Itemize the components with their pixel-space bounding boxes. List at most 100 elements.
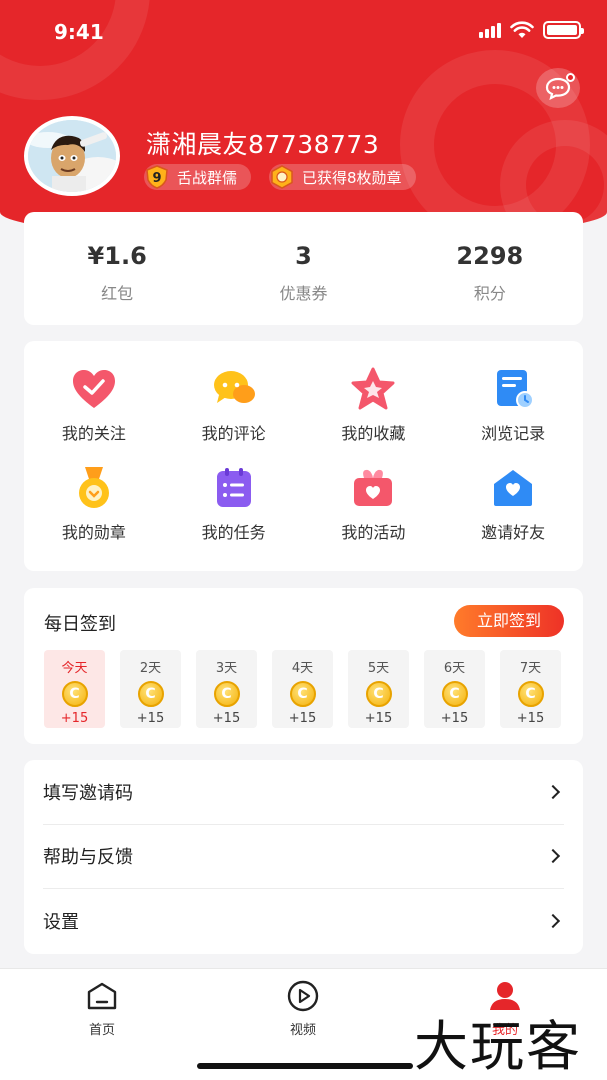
tab-video[interactable]: 视频 <box>263 979 343 1038</box>
checkin-day-label: 2天 <box>139 661 162 676</box>
coin-icon: C <box>289 681 316 707</box>
settings-row-label: 帮助与反馈 <box>43 847 133 869</box>
settings-row-invite-code[interactable]: 填写邀请码 <box>43 760 564 825</box>
checkin-day-points: +15 <box>364 711 393 726</box>
menu-item-invite[interactable]: 邀请好友 <box>443 465 583 564</box>
checkin-title: 每日签到 <box>44 614 116 635</box>
feature-menu: 我的关注 我的评论 我的收藏 浏览记录 我的勋章 我的任务 我的活动 邀请好友 <box>24 341 583 571</box>
menu-item-label: 我的评论 <box>201 424 266 443</box>
battery-icon <box>543 21 584 39</box>
stat-points[interactable]: 2298 积分 <box>397 212 583 325</box>
medal-count-label: 已获得8枚勋章 <box>302 168 402 187</box>
stat-red-packet[interactable]: ¥1.6 红包 <box>24 212 210 325</box>
settings-row-settings[interactable]: 设置 <box>43 889 564 954</box>
menu-item-activities[interactable]: 我的活动 <box>304 465 444 564</box>
medal-hexagon-icon <box>269 164 295 190</box>
level-shield-icon: 9 <box>144 164 170 190</box>
unread-dot <box>566 73 575 82</box>
settings-row-label: 填写邀请码 <box>43 782 133 804</box>
coin-icon: C <box>365 681 392 707</box>
checkin-day[interactable]: 5天 C +15 <box>348 650 409 728</box>
settings-row-help-feedback[interactable]: 帮助与反馈 <box>43 825 564 890</box>
checkin-day[interactable]: 6天 C +15 <box>424 650 485 728</box>
cellular-signal-icon <box>479 22 501 38</box>
message-button[interactable] <box>536 68 580 108</box>
checkin-day-label: 3天 <box>215 661 238 676</box>
status-icons <box>479 21 584 39</box>
level-badge-label: 舌战群儒 <box>177 168 238 187</box>
checkin-day-label: 7天 <box>519 661 542 676</box>
tab-home[interactable]: 首页 <box>62 979 142 1038</box>
checkin-day-points: +15 <box>288 711 317 726</box>
coin-icon: C <box>137 681 164 707</box>
watermark: 大玩客 <box>414 1015 582 1078</box>
daily-checkin-card: 每日签到 立即签到 今天 C +15 2天 C +15 3天 C +15 4天 … <box>24 588 583 744</box>
menu-item-history[interactable]: 浏览记录 <box>443 366 583 465</box>
menu-item-label: 邀请好友 <box>481 523 546 542</box>
stat-value: 2298 <box>456 242 524 270</box>
username: 潇湘晨友87738773 <box>146 130 380 159</box>
tab-label: 视频 <box>289 1023 316 1038</box>
star-icon <box>350 366 396 412</box>
coin-icon: C <box>441 681 468 707</box>
stat-label: 优惠券 <box>279 284 328 303</box>
menu-item-medals[interactable]: 我的勋章 <box>24 465 164 564</box>
stat-label: 红包 <box>101 284 134 303</box>
chat-bubble-icon <box>211 366 257 412</box>
menu-item-label: 我的任务 <box>201 523 266 542</box>
profile-header: 9:41 潇湘晨友87738773 9 舌战群儒 已获得8枚勋章 <box>0 0 607 240</box>
menu-item-comments[interactable]: 我的评论 <box>164 366 304 465</box>
coin-icon: C <box>61 681 88 707</box>
status-time: 9:41 <box>54 20 104 44</box>
chevron-right-icon <box>545 784 561 799</box>
checkin-day-points: +15 <box>212 711 241 726</box>
checkin-day-points: +15 <box>60 711 89 726</box>
stat-coupons[interactable]: 3 优惠券 <box>210 212 396 325</box>
menu-item-label: 我的活动 <box>341 523 406 542</box>
chevron-right-icon <box>545 849 561 864</box>
home-indicator[interactable] <box>197 1063 413 1069</box>
checkin-day-points: +15 <box>440 711 469 726</box>
medal-icon <box>71 465 117 511</box>
checkin-day[interactable]: 3天 C +15 <box>196 650 257 728</box>
checkin-day-label: 4天 <box>291 661 314 676</box>
menu-item-follows[interactable]: 我的关注 <box>24 366 164 465</box>
menu-item-label: 我的收藏 <box>341 424 406 443</box>
medal-count-badge[interactable]: 已获得8枚勋章 <box>269 164 416 190</box>
chevron-right-icon <box>545 914 561 929</box>
gift-box-icon <box>350 465 396 511</box>
stat-label: 积分 <box>473 284 506 303</box>
stat-value: 3 <box>295 242 312 270</box>
heart-icon <box>71 366 117 412</box>
checkin-day[interactable]: 今天 C +15 <box>44 650 105 728</box>
wifi-icon <box>510 21 534 38</box>
level-badge[interactable]: 9 舌战群儒 <box>144 164 252 190</box>
stat-value: ¥1.6 <box>87 242 147 270</box>
badge-row: 9 舌战群儒 已获得8枚勋章 <box>144 164 416 190</box>
checkin-day[interactable]: 2天 C +15 <box>120 650 181 728</box>
checkin-button[interactable]: 立即签到 <box>454 605 564 637</box>
menu-item-label: 我的勋章 <box>61 523 126 542</box>
menu-item-label: 我的关注 <box>61 424 126 443</box>
home-icon <box>85 979 119 1013</box>
task-list-icon <box>211 465 257 511</box>
checkin-day[interactable]: 7天 C +15 <box>500 650 561 728</box>
checkin-day-points: +15 <box>516 711 545 726</box>
settings-row-label: 设置 <box>43 912 79 934</box>
checkin-day-points: +15 <box>136 711 165 726</box>
coin-icon: C <box>213 681 240 707</box>
avatar[interactable] <box>24 116 120 196</box>
envelope-icon <box>490 465 536 511</box>
tab-label: 首页 <box>88 1023 115 1038</box>
checkin-day-label: 5天 <box>367 661 390 676</box>
checkin-day[interactable]: 4天 C +15 <box>272 650 333 728</box>
settings-list: 填写邀请码 帮助与反馈 设置 <box>24 760 583 954</box>
checkin-day-label: 6天 <box>443 661 466 676</box>
play-icon <box>286 979 320 1013</box>
stats-card: ¥1.6 红包 3 优惠券 2298 积分 <box>24 212 583 325</box>
menu-item-tasks[interactable]: 我的任务 <box>164 465 304 564</box>
checkin-days: 今天 C +15 2天 C +15 3天 C +15 4天 C +15 5天 C… <box>44 650 561 728</box>
menu-item-favorites[interactable]: 我的收藏 <box>304 366 444 465</box>
history-doc-icon <box>490 366 536 412</box>
menu-item-label: 浏览记录 <box>481 424 546 443</box>
